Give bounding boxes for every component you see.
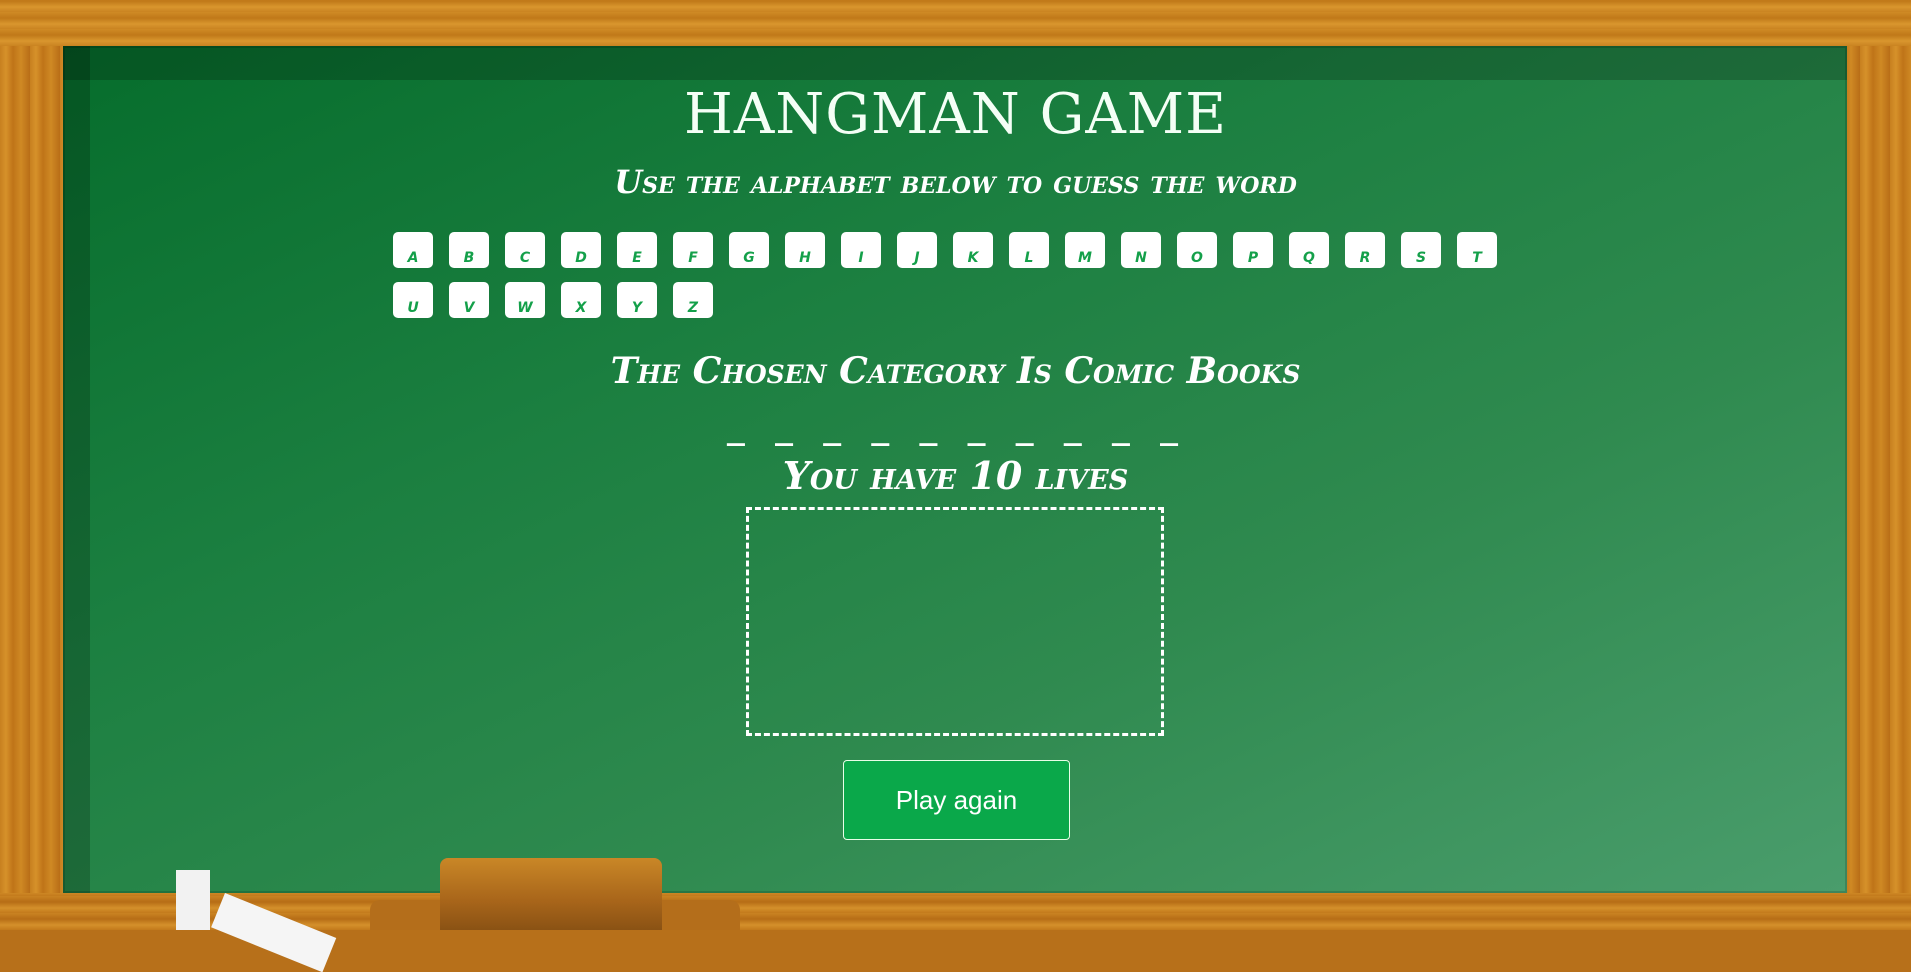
instructions-text: Use the alphabet below to guess the word [614,163,1297,201]
letter-button-s[interactable]: s [1401,232,1441,268]
letter-button-a[interactable]: a [393,232,433,268]
letter-button-p[interactable]: p [1233,232,1273,268]
letter-button-x[interactable]: x [561,282,601,318]
letter-button-e[interactable]: e [617,232,657,268]
page-title: HANGMAN GAME [684,82,1227,147]
lives-text: You have 10 lives [782,453,1129,498]
letter-button-u[interactable]: u [393,282,433,318]
word-blanks: _ _ _ _ _ _ _ _ _ _ [726,412,1185,447]
letter-button-i[interactable]: i [841,232,881,268]
letter-button-y[interactable]: y [617,282,657,318]
letter-button-f[interactable]: f [673,232,713,268]
letter-button-k[interactable]: k [953,232,993,268]
frame-top-rail [0,0,1911,46]
letter-button-b[interactable]: b [449,232,489,268]
letter-button-w[interactable]: w [505,282,545,318]
letter-button-g[interactable]: g [729,232,769,268]
letter-button-c[interactable]: c [505,232,545,268]
letter-button-d[interactable]: d [561,232,601,268]
letter-button-v[interactable]: v [449,282,489,318]
letter-button-q[interactable]: q [1289,232,1329,268]
letter-button-o[interactable]: o [1177,232,1217,268]
alphabet-buttons: abcdefghijklmnopqrst uvwxyz [393,232,1533,332]
category-text: The Chosen Category Is Comic Books [610,350,1301,392]
letter-button-l[interactable]: l [1009,232,1049,268]
eraser [440,858,662,930]
play-again-button[interactable]: Play again [843,760,1070,840]
letter-button-m[interactable]: m [1065,232,1105,268]
letter-button-z[interactable]: z [673,282,713,318]
board-shadow-top [63,46,1847,80]
letter-button-t[interactable]: t [1457,232,1497,268]
letter-button-h[interactable]: h [785,232,825,268]
letter-button-j[interactable]: j [897,232,937,268]
letter-button-n[interactable]: n [1121,232,1161,268]
hangman-drawing-area [746,507,1164,736]
chalk-piece [176,870,210,930]
letter-button-r[interactable]: r [1345,232,1385,268]
